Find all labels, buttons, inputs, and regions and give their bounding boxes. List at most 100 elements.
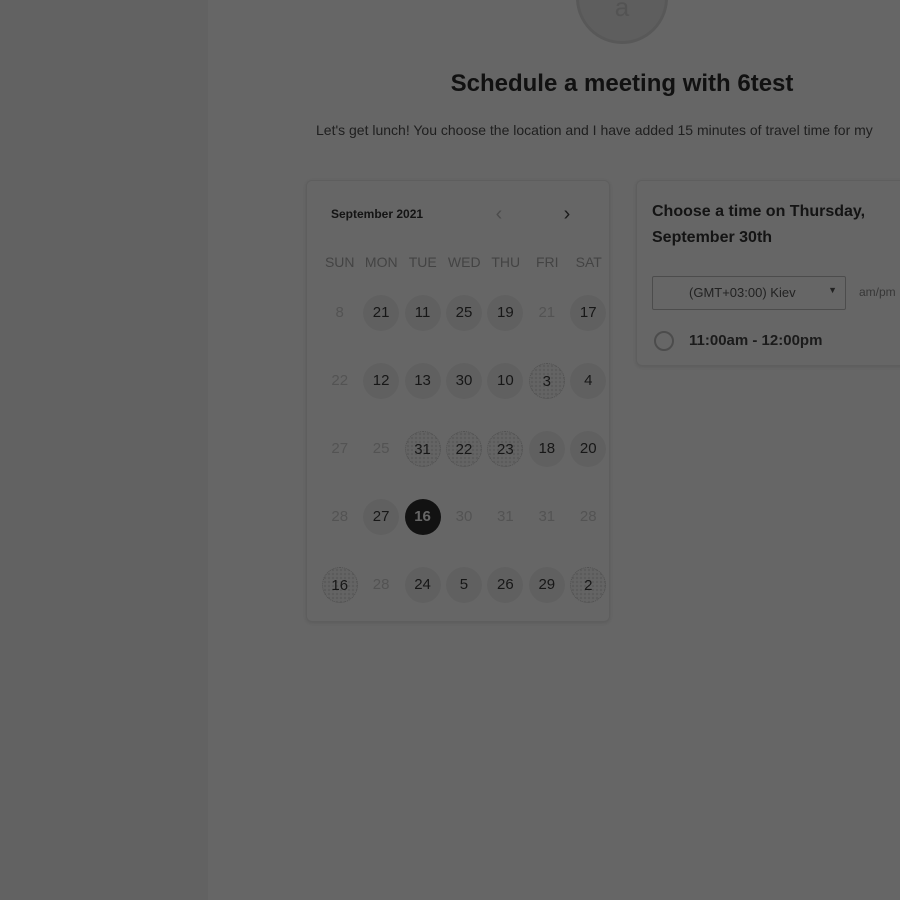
calendar-day-label: 24: [404, 567, 441, 603]
calendar-day-label: 19: [487, 295, 524, 331]
weekday-label: MON: [364, 254, 398, 270]
calendar-day-label: 31: [404, 431, 441, 467]
time-picker-card: Choose a time on Thursday, September 30t…: [636, 180, 900, 366]
calendar-day-selected[interactable]: 16: [402, 497, 443, 537]
calendar-day[interactable]: 20: [568, 429, 609, 469]
calendar-day: 30: [443, 497, 484, 537]
weekday-label: TUE: [408, 254, 437, 270]
calendar-day-label: 26: [487, 567, 524, 603]
calendar-day: 27: [319, 429, 360, 469]
calendar-day[interactable]: 27: [360, 497, 401, 537]
calendar-day-label: 5: [445, 567, 482, 603]
calendar-week-row: 8 21 11 25 19 21 17: [319, 293, 609, 361]
calendar-day-label: 18: [528, 431, 565, 467]
caret-down-icon: ▼: [828, 285, 837, 295]
calendar-day: 28: [319, 497, 360, 537]
calendar-day[interactable]: 13: [402, 361, 443, 401]
calendar-day[interactable]: 11: [402, 293, 443, 333]
calendar-day-label: 28: [579, 508, 597, 525]
calendar-day: 21: [526, 293, 567, 333]
calendar-day[interactable]: 29: [526, 565, 567, 605]
calendar-day-label: 29: [528, 567, 565, 603]
calendar-day-label: 10: [487, 363, 524, 399]
calendar-day-label: 16: [404, 499, 441, 535]
calendar-day-label: 22: [445, 431, 482, 467]
sidebar: [0, 0, 208, 900]
calendar-day[interactable]: 4: [568, 361, 609, 401]
page-title: Schedule a meeting with 6test: [450, 70, 794, 97]
calendar-day-label: 3: [528, 363, 565, 399]
calendar-day[interactable]: 5: [443, 565, 484, 605]
time-slot-option[interactable]: 11:00am - 12:00pm: [654, 331, 854, 357]
timezone-value: (GMT+03:00) Kiev: [689, 285, 796, 300]
calendar-day[interactable]: 3: [526, 361, 567, 401]
calendar-day-label: 11: [404, 295, 441, 331]
calendar-card: September 2021 ‹ › SUN MON TUE WED THU F…: [306, 180, 610, 622]
calendar-week-row: 27 25 31 22 23 18 20: [319, 429, 609, 497]
time-slot-label: 11:00am - 12:00pm: [689, 332, 823, 349]
calendar-day: 31: [526, 497, 567, 537]
calendar-day-label: 27: [331, 440, 349, 457]
calendar-day-label: 25: [372, 440, 390, 457]
calendar-day-label: 17: [570, 295, 607, 331]
calendar-day[interactable]: 25: [443, 293, 484, 333]
calendar-day-label: 23: [487, 431, 524, 467]
calendar-day[interactable]: 26: [485, 565, 526, 605]
calendar-day: 28: [568, 497, 609, 537]
month-label: September 2021: [331, 207, 424, 221]
calendar-day-label: 4: [570, 363, 607, 399]
weekday-label: SUN: [324, 254, 355, 270]
meeting-description: Let's get lunch! You choose the location…: [316, 122, 873, 138]
calendar-day[interactable]: 17: [568, 293, 609, 333]
time-format-toggle[interactable]: am/pm: [859, 285, 896, 299]
calendar-day-label: 22: [331, 372, 349, 389]
calendar-day-label: 28: [372, 576, 390, 593]
calendar-grid: 8 21 11 25 19 21 17 22 12 13 30 10 3 4 27 25 31 22 23 18 20 2…: [319, 293, 609, 633]
calendar-week-row: 28 27 16 30 31 31 28: [319, 497, 609, 565]
calendar-day[interactable]: 2: [568, 565, 609, 605]
calendar-day-label: 16: [321, 567, 358, 603]
calendar-day-label: 8: [335, 304, 344, 321]
page: a Schedule a meeting with 6test Let's ge…: [0, 0, 900, 900]
calendar-week-row: 16 28 24 5 26 29 2: [319, 565, 609, 633]
avatar-letter: a: [614, 0, 630, 22]
calendar-day-label: 21: [363, 295, 400, 331]
weekday-label: SAT: [575, 254, 602, 270]
calendar-day-label: 31: [497, 508, 514, 525]
calendar-day-label: 12: [363, 363, 400, 399]
radio-icon[interactable]: [654, 331, 674, 351]
calendar-day-label: 2: [570, 567, 607, 603]
chevron-left-icon[interactable]: ‹: [487, 203, 511, 227]
weekday-header: SUN MON TUE WED THU FRI SAT: [319, 254, 611, 270]
calendar-day[interactable]: 12: [360, 361, 401, 401]
calendar-day-label: 25: [445, 295, 482, 331]
time-heading: Choose a time on Thursday, September 30t…: [652, 203, 866, 246]
calendar-day[interactable]: 16: [319, 565, 360, 605]
weekday-label: THU: [491, 254, 521, 270]
calendar-day-label: 31: [538, 508, 556, 525]
calendar-week-row: 22 12 13 30 10 3 4: [319, 361, 609, 429]
calendar-day-label: 30: [445, 363, 482, 399]
calendar-day: 28: [360, 565, 401, 605]
calendar-day[interactable]: 30: [443, 361, 484, 401]
calendar-day-label: 20: [570, 431, 607, 467]
calendar-day[interactable]: 24: [402, 565, 443, 605]
calendar-day[interactable]: 19: [485, 293, 526, 333]
calendar-day[interactable]: 23: [485, 429, 526, 469]
calendar-day[interactable]: 22: [443, 429, 484, 469]
calendar-day: 25: [360, 429, 401, 469]
calendar-day[interactable]: 21: [360, 293, 401, 333]
calendar-day: 8: [319, 293, 360, 333]
calendar-day[interactable]: 18: [526, 429, 567, 469]
timezone-select[interactable]: (GMT+03:00) Kiev ▼: [652, 276, 846, 310]
calendar-day-label: 30: [455, 508, 473, 525]
weekday-label: FRI: [535, 254, 559, 270]
calendar-day-label: 21: [538, 304, 556, 321]
calendar-day[interactable]: 31: [402, 429, 443, 469]
calendar-day-label: 13: [404, 363, 441, 399]
calendar-day: 31: [485, 497, 526, 537]
calendar-day-label: 27: [363, 499, 400, 535]
chevron-right-icon[interactable]: ›: [555, 203, 579, 227]
calendar-day-label: 28: [331, 508, 349, 525]
calendar-day[interactable]: 10: [485, 361, 526, 401]
